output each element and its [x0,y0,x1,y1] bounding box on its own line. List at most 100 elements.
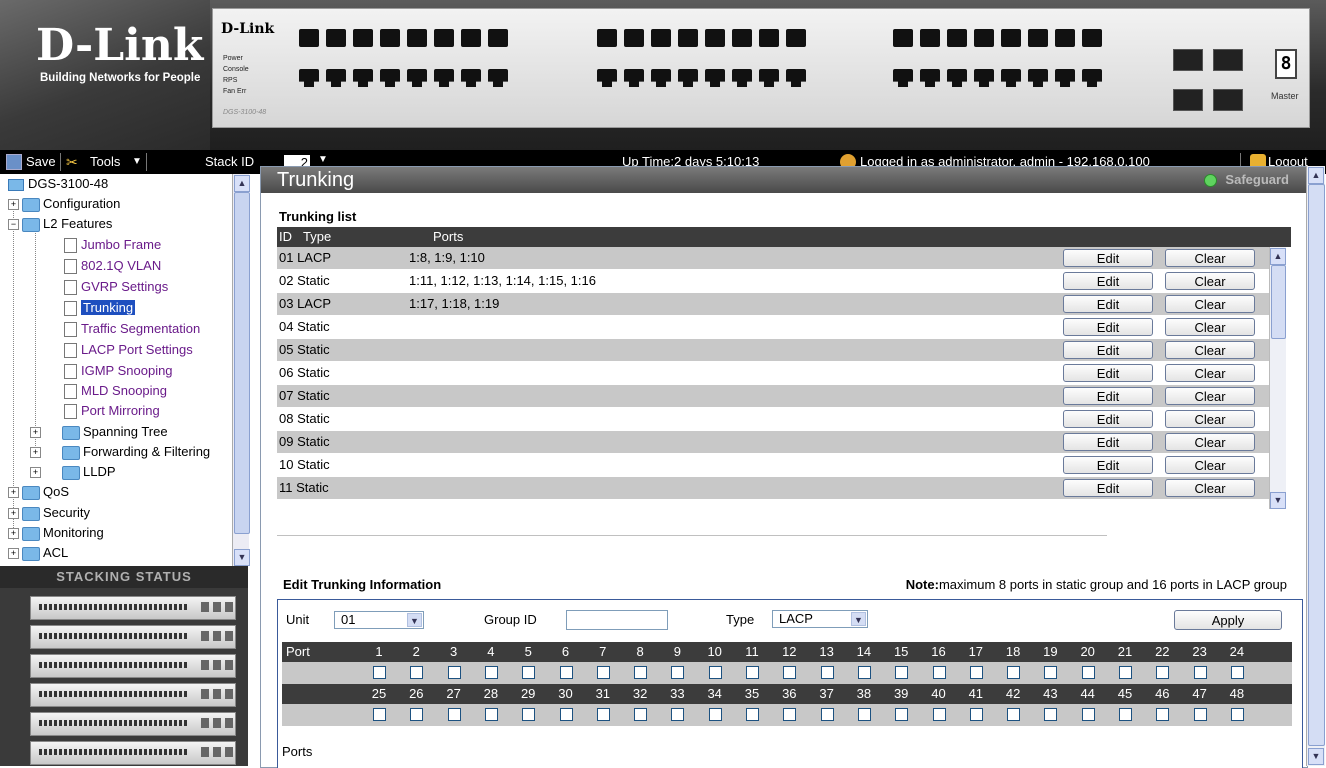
tree-item-port-mirroring[interactable]: Port Mirroring [64,401,160,421]
list-scrollbar[interactable]: ▲ ▼ [1269,247,1286,509]
scroll-down-icon[interactable]: ▼ [234,549,250,566]
edit-button[interactable]: Edit [1063,433,1153,451]
port-checkbox[interactable] [746,708,759,721]
port-checkbox[interactable] [559,666,573,679]
expand-icon[interactable]: + [8,528,19,539]
port-checkbox[interactable] [708,666,722,679]
expand-icon[interactable]: + [8,548,19,559]
port-checkbox[interactable] [634,708,648,721]
expand-icon[interactable]: + [30,467,41,478]
clear-button[interactable]: Clear [1165,433,1255,451]
tree-item-gvrp-settings[interactable]: GVRP Settings [64,277,168,297]
scroll-down-icon[interactable]: ▼ [1270,492,1286,509]
tree-item-igmp-snooping[interactable]: IGMP Snooping [64,361,173,381]
port-checkbox[interactable] [1007,666,1021,679]
port-checkbox[interactable] [559,708,573,721]
port-checkbox[interactable] [895,666,909,679]
tree-folder-spanning-tree[interactable]: + Spanning Tree [30,422,168,442]
tree-folder-security[interactable]: + Security [8,503,90,523]
port-checkbox[interactable] [820,708,834,721]
port-checkbox[interactable] [969,666,983,679]
apply-button[interactable]: Apply [1174,610,1282,630]
port-checkbox[interactable] [1081,708,1095,721]
port-checkbox[interactable] [1156,708,1170,721]
port-checkbox[interactable] [634,666,648,679]
port-checkbox[interactable] [932,666,946,679]
port-checkbox[interactable] [1156,666,1170,679]
stack-unit[interactable] [30,654,236,678]
port-checkbox[interactable] [671,666,685,679]
scroll-up-icon[interactable]: ▲ [1270,248,1286,265]
port-checkbox[interactable] [857,666,871,679]
clear-button[interactable]: Clear [1165,364,1255,382]
port-checkbox[interactable] [1044,666,1058,679]
port-checkbox[interactable] [484,708,498,721]
port-checkbox[interactable] [596,708,610,721]
edit-button[interactable]: Edit [1063,387,1153,405]
port-checkbox[interactable] [522,708,536,721]
port-checkbox[interactable] [373,708,386,721]
tree-folder-acl[interactable]: + ACL [8,543,68,563]
unit-select[interactable]: 01 ▼ [334,611,424,629]
tree-folder-lldp[interactable]: + LLDP [30,462,116,482]
port-checkbox[interactable] [708,708,722,721]
port-checkbox[interactable] [895,708,909,721]
port-checkbox[interactable] [671,708,685,721]
port-checkbox[interactable] [1193,708,1207,721]
port-checkbox[interactable] [447,708,461,721]
save-icon[interactable] [6,154,22,170]
tree-item-jumbo-frame[interactable]: Jumbo Frame [64,235,161,255]
scrollbar-thumb[interactable] [1308,184,1325,746]
port-checkbox[interactable] [373,666,386,679]
expand-icon[interactable]: + [30,427,41,438]
chevron-down-icon[interactable]: ▼ [851,612,866,626]
edit-button[interactable]: Edit [1063,456,1153,474]
port-checkbox[interactable] [1119,708,1132,721]
edit-button[interactable]: Edit [1063,249,1153,267]
port-checkbox[interactable] [1230,708,1244,721]
clear-button[interactable]: Clear [1165,249,1255,267]
clear-button[interactable]: Clear [1165,272,1255,290]
edit-button[interactable]: Edit [1063,272,1153,290]
tree-item-mld-snooping[interactable]: MLD Snooping [64,381,167,401]
edit-button[interactable]: Edit [1063,318,1153,336]
tree-item-8021q-vlan[interactable]: 802.1Q VLAN [64,256,161,276]
tree-folder-qos[interactable]: + QoS [8,482,69,502]
clear-button[interactable]: Clear [1165,295,1255,313]
clear-button[interactable]: Clear [1165,456,1255,474]
tree-root[interactable]: DGS-3100-48 [8,174,108,194]
group-id-input[interactable] [566,610,668,630]
tree-folder-forwarding-filtering[interactable]: + Forwarding & Filtering [30,442,210,462]
tree-folder-configuration[interactable]: + Configuration [8,194,120,214]
port-checkbox[interactable] [1230,666,1244,679]
port-checkbox[interactable] [1044,708,1058,721]
port-checkbox[interactable] [447,666,461,679]
expand-icon[interactable]: + [8,199,19,210]
tree-folder-monitoring[interactable]: + Monitoring [8,523,104,543]
edit-button[interactable]: Edit [1063,479,1153,497]
port-checkbox[interactable] [783,708,797,721]
scroll-up-icon[interactable]: ▲ [1308,167,1324,184]
port-checkbox[interactable] [969,708,983,721]
save-button[interactable]: Save [26,150,56,174]
clear-button[interactable]: Clear [1165,410,1255,428]
port-checkbox[interactable] [1119,666,1132,679]
stack-unit[interactable] [30,596,236,620]
tree-item-lacp-port-settings[interactable]: LACP Port Settings [64,340,193,360]
expand-icon[interactable]: + [30,447,41,458]
clear-button[interactable]: Clear [1165,318,1255,336]
scrollbar-thumb[interactable] [234,192,250,534]
port-checkbox[interactable] [783,666,797,679]
port-checkbox[interactable] [820,666,834,679]
scrollbar-thumb[interactable] [1271,265,1286,339]
port-checkbox[interactable] [1007,708,1021,721]
port-checkbox[interactable] [596,666,610,679]
clear-button[interactable]: Clear [1165,341,1255,359]
scroll-down-icon[interactable]: ▼ [1308,748,1324,765]
port-checkbox[interactable] [410,708,424,721]
clear-button[interactable]: Clear [1165,387,1255,405]
stack-unit[interactable] [30,683,236,707]
tools-menu[interactable]: Tools [90,150,120,174]
page-scrollbar[interactable]: ▲ ▼ [1306,166,1325,766]
tools-icon[interactable]: ✂ [66,154,82,170]
